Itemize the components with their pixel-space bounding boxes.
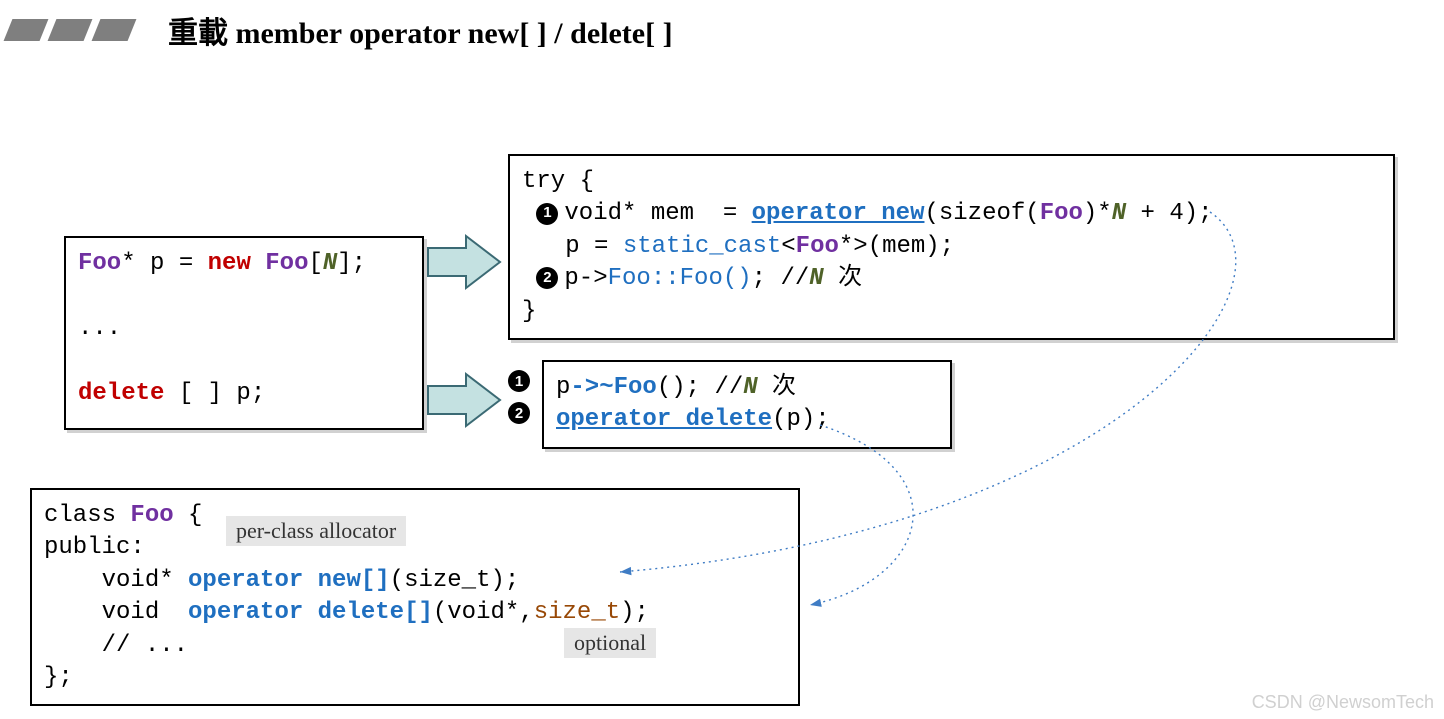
- code-text: (); //: [657, 374, 743, 401]
- code-text: [: [308, 250, 322, 277]
- code-text: 次: [758, 374, 796, 401]
- code-text: void*: [44, 567, 188, 594]
- code-text: operator delete[]: [188, 599, 433, 626]
- code-text: )*: [1083, 200, 1112, 227]
- code-text: N: [743, 374, 757, 401]
- code-text: operator new[]: [188, 567, 390, 594]
- code-text: Foo: [1040, 200, 1083, 227]
- code-box-class: class Foo { public: void* operator new[]…: [30, 488, 800, 706]
- code-text: p: [556, 374, 570, 401]
- code-text: (size_t);: [390, 567, 520, 594]
- label-optional: optional: [564, 628, 656, 658]
- code-text: Foo: [78, 250, 121, 277]
- code-text: (p);: [772, 406, 830, 433]
- code-text: N: [1112, 200, 1126, 227]
- code-text: );: [620, 599, 649, 626]
- code-text: void* mem =: [564, 200, 751, 227]
- code-text: void: [44, 599, 188, 626]
- code-text: operator new: [752, 200, 925, 227]
- code-text: + 4);: [1126, 200, 1212, 227]
- code-text: public:: [44, 534, 145, 561]
- code-text: try {: [522, 168, 594, 195]
- stripe-icon: [4, 19, 49, 41]
- code-box-source: Foo* p = new Foo[N]; ... delete [ ] p;: [64, 236, 424, 430]
- slide-header: 重載 member operator new[ ] / delete[ ]: [0, 8, 1444, 52]
- code-text: ];: [337, 250, 366, 277]
- code-text: 次: [824, 265, 862, 292]
- code-text: (sizeof(: [924, 200, 1039, 227]
- code-text: new: [208, 250, 251, 277]
- code-text: p->: [564, 265, 607, 292]
- code-text: };: [44, 664, 73, 691]
- code-text: p =: [522, 233, 623, 260]
- watermark-text: CSDN @NewsomTech: [1252, 692, 1434, 713]
- code-text: *>(mem);: [839, 233, 954, 260]
- code-text: class: [44, 502, 130, 529]
- code-text: Foo: [796, 233, 839, 260]
- code-text: ...: [78, 315, 121, 342]
- code-text: (void*,: [433, 599, 534, 626]
- code-text: operator delete: [556, 406, 772, 433]
- arrow-icon: [424, 232, 504, 292]
- arrow-icon: [424, 370, 504, 430]
- code-text: Foo: [130, 502, 173, 529]
- code-text: N: [809, 265, 823, 292]
- code-text: * p =: [121, 250, 207, 277]
- code-text: {: [174, 502, 203, 529]
- header-stripes: [8, 19, 132, 41]
- code-text: delete: [78, 380, 164, 407]
- code-text: [ ] p;: [164, 380, 265, 407]
- code-box-try: try { 1void* mem = operator new(sizeof(F…: [508, 154, 1395, 340]
- code-text: static_cast: [623, 233, 781, 260]
- code-text: ->~Foo: [570, 374, 656, 401]
- code-text: Foo: [251, 250, 309, 277]
- code-box-delete: p->~Foo(); //N 次 operator delete(p);: [542, 360, 952, 449]
- stripe-icon: [48, 19, 93, 41]
- step-badge-2: 2: [508, 402, 530, 424]
- code-text: N: [323, 250, 337, 277]
- page-title: 重載 member operator new[ ] / delete[ ]: [168, 8, 673, 52]
- code-text: <: [781, 233, 795, 260]
- label-per-class-allocator: per-class allocator: [226, 516, 406, 546]
- step-badge-1: 1: [508, 370, 530, 392]
- code-text: size_t: [534, 599, 620, 626]
- code-text: ; //: [752, 265, 810, 292]
- code-text: Foo::Foo(): [608, 265, 752, 292]
- code-text: }: [522, 298, 536, 325]
- code-text: // ...: [44, 632, 188, 659]
- step-badge-2: 2: [536, 267, 558, 289]
- step-badge-1: 1: [536, 203, 558, 225]
- stripe-icon: [92, 19, 137, 41]
